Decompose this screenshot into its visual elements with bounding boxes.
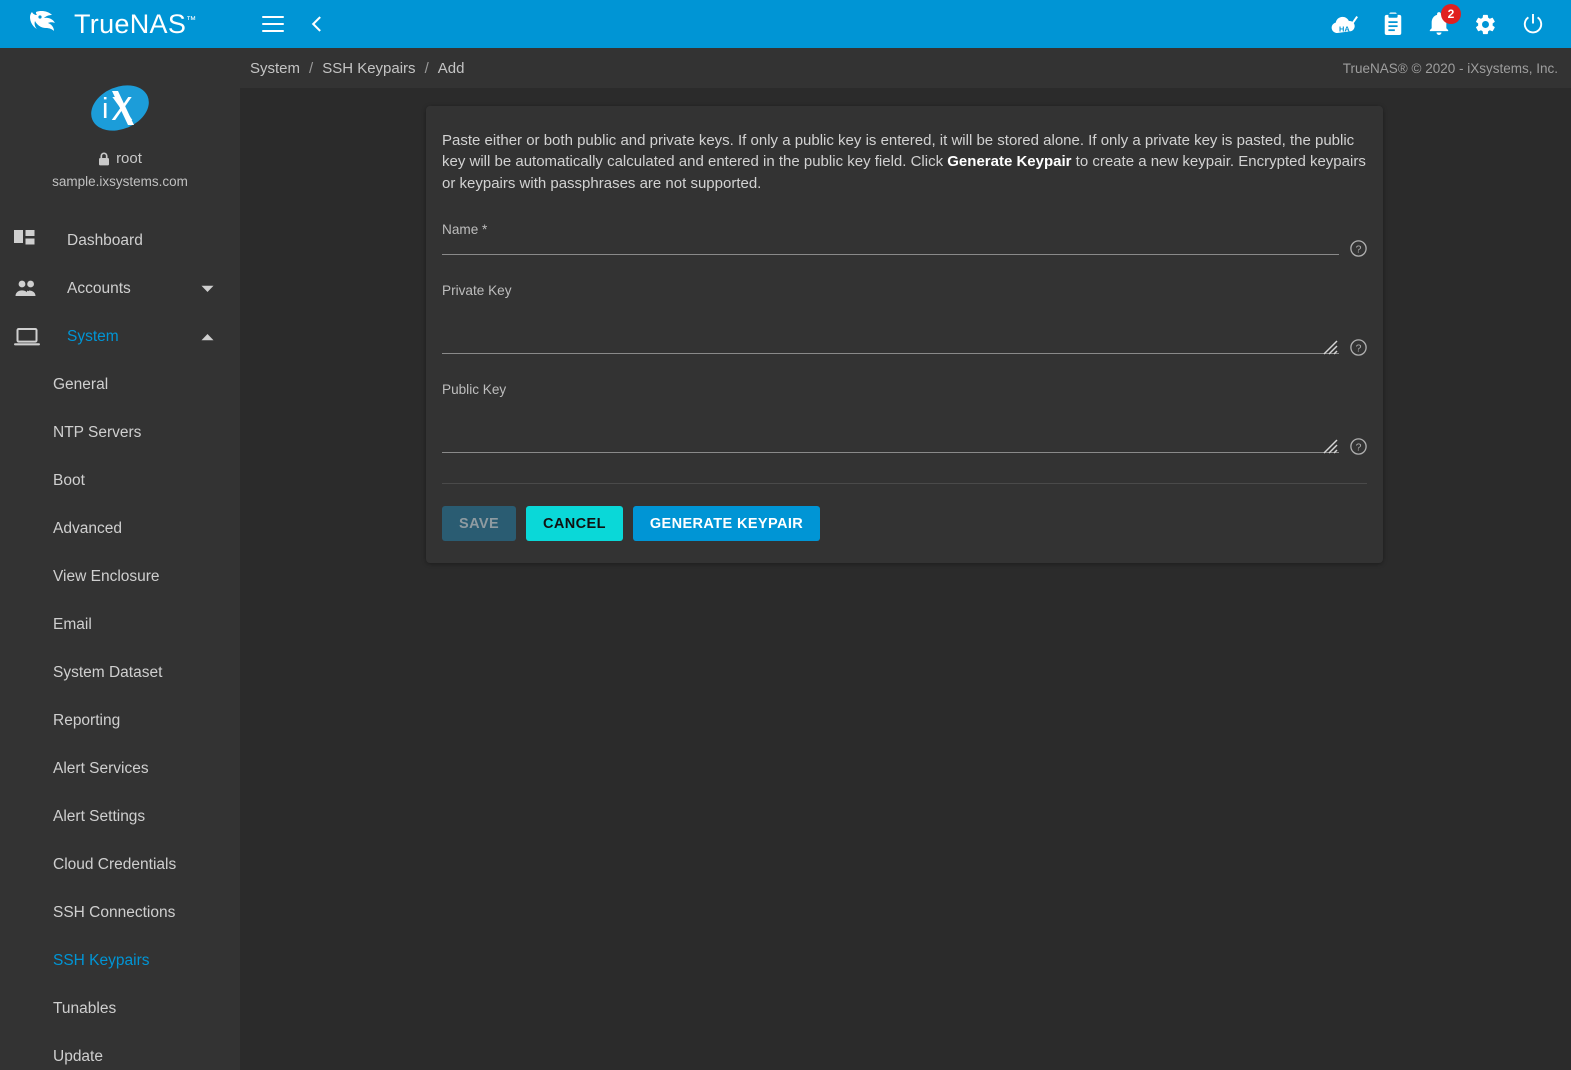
sidebar-subitem-label: Cloud Credentials (53, 856, 176, 874)
brand-name: TrueNAS™ (74, 11, 196, 38)
user-profile: i X root sample.ixsystems.com (0, 48, 240, 203)
sidebar-item-reporting[interactable]: Reporting (0, 697, 240, 745)
save-button[interactable]: SAVE (442, 506, 516, 541)
breadcrumb-item-add[interactable]: Add (438, 60, 465, 77)
sidebar-subitem-label: Alert Settings (53, 808, 145, 826)
ssh-keypair-form-card: Paste either or both public and private … (426, 106, 1383, 563)
help-circle-icon[interactable]: ? (1350, 438, 1367, 460)
profile-username-row: root (0, 150, 240, 167)
chevron-left-icon[interactable] (308, 14, 328, 34)
sidebar-subitem-label: Boot (53, 472, 85, 490)
svg-text:HA: HA (1339, 24, 1350, 33)
generate-keypair-button[interactable]: GENERATE KEYPAIR (633, 506, 820, 541)
sidebar-item-label: System (67, 328, 119, 346)
breadcrumb: System / SSH Keypairs / Add (250, 60, 464, 77)
sidebar: i X root sample.ixsystems.com Dashboard (0, 48, 240, 1070)
breadcrumb-item-system[interactable]: System (250, 60, 300, 77)
breadcrumb-separator: / (309, 60, 313, 77)
main-content: Paste either or both public and private … (240, 88, 1571, 1070)
sidebar-item-system-dataset[interactable]: System Dataset (0, 649, 240, 697)
private-key-field-label: Private Key (442, 283, 1367, 298)
gear-icon[interactable] (1474, 13, 1497, 36)
sidebar-item-boot[interactable]: Boot (0, 457, 240, 505)
sidebar-subitem-label: Alert Services (53, 760, 149, 778)
svg-text:i: i (102, 93, 108, 125)
sidebar-item-advanced[interactable]: Advanced (0, 505, 240, 553)
sidebar-item-email[interactable]: Email (0, 601, 240, 649)
sidebar-item-label: Accounts (67, 280, 131, 298)
sidebar-subitem-label: Advanced (53, 520, 122, 538)
private-key-field-group: Private Key ? (442, 283, 1367, 354)
copyright-text: TrueNAS® © 2020 - iXsystems, Inc. (1343, 61, 1558, 76)
top-bar: TrueNAS™ HA (0, 0, 1571, 48)
form-intro-text: Paste either or both public and private … (442, 130, 1367, 194)
sidebar-item-label: Dashboard (67, 232, 143, 250)
sidebar-item-dashboard[interactable]: Dashboard (0, 217, 240, 265)
system-laptop-icon (14, 327, 46, 347)
resize-grip-icon[interactable] (1323, 340, 1338, 355)
sidebar-subitem-label: Reporting (53, 712, 120, 730)
intro-text-bold: Generate Keypair (947, 153, 1071, 170)
help-circle-icon[interactable]: ? (1350, 240, 1367, 262)
sidebar-subitem-label: SSH Connections (53, 904, 175, 922)
name-field-group: Name * ? (442, 222, 1367, 255)
sidebar-subitem-label: System Dataset (53, 664, 162, 682)
sidebar-item-ssh-keypairs[interactable]: SSH Keypairs (0, 937, 240, 985)
notification-badge: 2 (1441, 4, 1461, 24)
dashboard-grid-icon (14, 230, 46, 252)
brand: TrueNAS™ (0, 0, 240, 48)
sidebar-item-system[interactable]: System (0, 313, 240, 361)
ha-status-icon[interactable]: HA (1330, 12, 1358, 36)
form-actions: SAVE CANCEL GENERATE KEYPAIR (426, 484, 1383, 563)
profile-hostname: sample.ixsystems.com (0, 174, 240, 189)
name-field-label: Name * (442, 222, 1367, 237)
sidebar-item-general[interactable]: General (0, 361, 240, 409)
public-key-field-label: Public Key (442, 382, 1367, 397)
sidebar-item-ntp-servers[interactable]: NTP Servers (0, 409, 240, 457)
sidebar-item-ssh-connections[interactable]: SSH Connections (0, 889, 240, 937)
breadcrumb-separator: / (425, 60, 429, 77)
sidebar-subitem-label: Tunables (53, 1000, 116, 1018)
notifications-button[interactable]: 2 (1428, 12, 1450, 36)
help-circle-icon[interactable]: ? (1350, 339, 1367, 361)
sidebar-subitem-label: Email (53, 616, 92, 634)
sidebar-item-tunables[interactable]: Tunables (0, 985, 240, 1033)
resize-grip-icon[interactable] (1323, 439, 1338, 454)
sidebar-subitem-label: SSH Keypairs (53, 952, 149, 970)
sidebar-item-cloud-credentials[interactable]: Cloud Credentials (0, 841, 240, 889)
chevron-down-icon[interactable] (201, 280, 214, 298)
breadcrumb-item-ssh-keypairs[interactable]: SSH Keypairs (322, 60, 415, 77)
sidebar-item-accounts[interactable]: Accounts (0, 265, 240, 313)
cancel-button[interactable]: CANCEL (526, 506, 623, 541)
svg-text:?: ? (1356, 244, 1362, 256)
truenas-logo-icon (30, 9, 64, 39)
accounts-people-icon (14, 279, 46, 299)
sidebar-item-view-enclosure[interactable]: View Enclosure (0, 553, 240, 601)
chevron-up-icon[interactable] (201, 328, 214, 346)
lock-icon (98, 152, 110, 166)
sidebar-nav: Dashboard Accounts (0, 217, 240, 1070)
breadcrumb-bar: System / SSH Keypairs / Add TrueNAS® © 2… (240, 48, 1571, 88)
public-key-field-group: Public Key ? (442, 382, 1367, 453)
sidebar-subitem-label: View Enclosure (53, 568, 160, 586)
name-input[interactable] (442, 237, 1339, 255)
ix-logo: i X (89, 82, 151, 134)
private-key-textarea[interactable] (442, 298, 1339, 354)
svg-text:?: ? (1356, 442, 1362, 454)
sidebar-subitem-label: NTP Servers (53, 424, 141, 442)
sidebar-item-update[interactable]: Update (0, 1033, 240, 1070)
sidebar-subitem-label: General (53, 376, 108, 394)
svg-text:?: ? (1356, 343, 1362, 355)
sidebar-subitem-label: Update (53, 1048, 103, 1066)
sidebar-item-alert-settings[interactable]: Alert Settings (0, 793, 240, 841)
clipboard-tasks-icon[interactable] (1382, 12, 1404, 36)
sidebar-item-alert-services[interactable]: Alert Services (0, 745, 240, 793)
hamburger-icon[interactable] (262, 16, 284, 32)
public-key-textarea[interactable] (442, 397, 1339, 453)
power-icon[interactable] (1521, 12, 1545, 36)
profile-username: root (116, 150, 142, 167)
svg-text:X: X (111, 90, 133, 127)
